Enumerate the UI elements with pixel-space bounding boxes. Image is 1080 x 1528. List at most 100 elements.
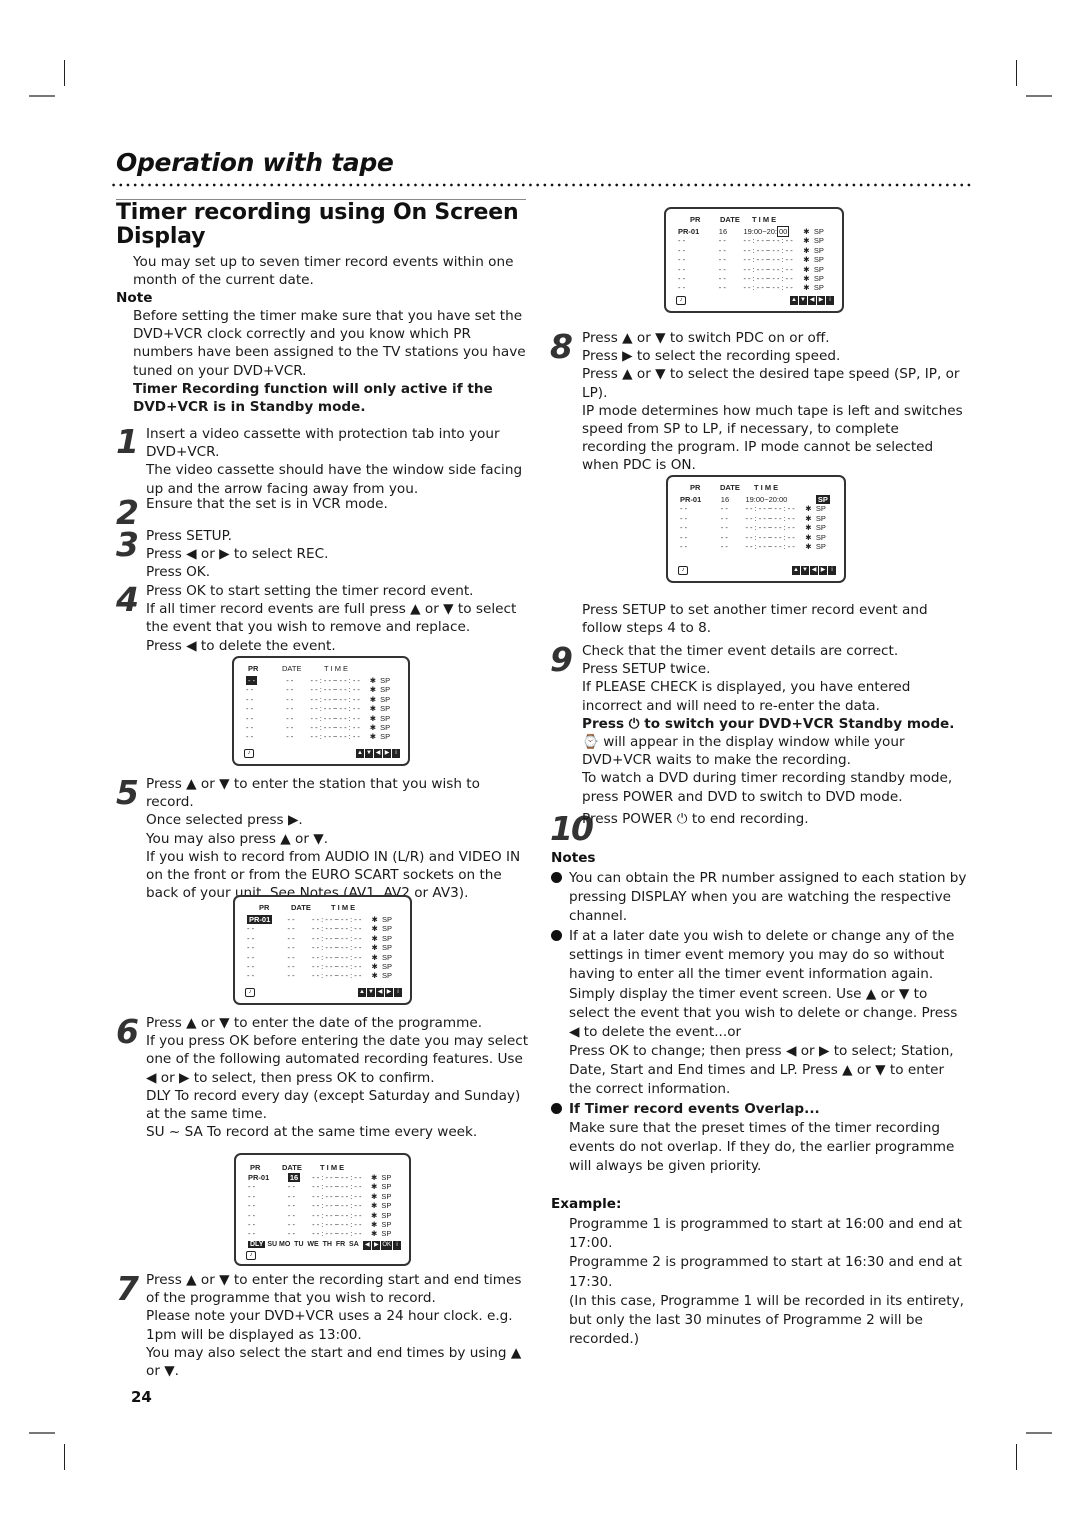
down-key-icon: ▼ — [365, 749, 373, 758]
step-line: You may also select the start and end ti… — [146, 1344, 522, 1380]
day-option[interactable]: WE — [307, 1241, 318, 1248]
osd-screen-1: PR DATE T I M E - -- -- - : - - ~ - - : … — [232, 656, 410, 766]
osd-pr-cell: - - — [248, 1191, 256, 1201]
osd-date-cell: - - — [286, 704, 294, 714]
osd-timer-row: - -- -- - : - - ~ - - : - - ✱ SP — [668, 504, 844, 513]
osd-pr-cell: - - — [678, 264, 686, 274]
osd-timer-row: - -- -- - : - - ~ - - : - - ✱ SP — [235, 924, 410, 933]
osd-date-cell: - - — [720, 504, 728, 514]
osd-time-cell: - - : - - ~ - - : - - — [312, 962, 362, 971]
osd-pr-cell: - - — [248, 1220, 256, 1229]
osd-timer-row: - -- -- - : - - ~ - - : - - ✱ SP — [668, 523, 844, 532]
osd-time-cell: - - : - - ~ - - : - - — [312, 924, 362, 934]
osd-date-cell: - - — [286, 676, 294, 685]
osd-screen-4: PR DATE T I M E PR-01 16 19:00~20: 00 ✱ SP - -… — [664, 207, 844, 313]
pdc-mark-icon: ✱ — [803, 236, 810, 246]
pdc-mark-icon: ✱ — [371, 971, 378, 981]
step-line: Press ▲ or ▼ to switch PDC on or off. — [582, 330, 830, 346]
step-6-text: Press ▲ or ▼ to enter the date of the pr… — [146, 1014, 531, 1141]
pdc-mark-icon: ✱ — [370, 1173, 378, 1182]
osd-date-cell: - - — [287, 952, 295, 962]
day-option[interactable]: SA — [349, 1241, 359, 1248]
osd-header-date: DATE — [720, 215, 740, 224]
pdc-mark-icon: ✱ — [371, 915, 378, 924]
osd-speed-cell: SP — [813, 283, 824, 293]
osd-speed-cell: SP — [380, 713, 391, 723]
left-key-icon: ◀ — [808, 296, 816, 305]
step-5-text: Press ▲ or ▼ to enter the station that y… — [146, 775, 526, 902]
step-1-text: Insert a video cassette with protection … — [146, 425, 526, 498]
osd-timer-row: - -- -- - : - - ~ - - : - - ✱ SP — [236, 1192, 409, 1201]
osd-date-cell: - - — [720, 542, 728, 551]
osd-pr-cell: - - — [246, 676, 258, 685]
osd-timer-row: - -- -- - : - - ~ - - : - - ✱ SP — [236, 1229, 409, 1238]
osd-pr-cell: - - — [678, 236, 686, 246]
info-key-icon: i — [393, 1241, 401, 1250]
osd-date-cell: - - — [718, 236, 726, 246]
step-line: Press ▲ or ▼ to select the desired tape … — [582, 366, 960, 401]
clock-icon: ♪ — [678, 566, 688, 575]
osd-timer-row: - -- -- - : - - ~ - - : - - ✱ SP — [235, 971, 410, 980]
day-option-dly[interactable]: DLY — [248, 1241, 266, 1248]
osd-date-cell: - - — [287, 1210, 295, 1220]
crop-mark — [1016, 60, 1017, 86]
osd-timer-row: - -- -- - : - - ~ - - : - - ✱ SP — [666, 255, 842, 264]
osd-pr-cell: PR-01 — [678, 227, 700, 236]
pdc-mark-icon: ✱ — [370, 1229, 378, 1239]
osd-date-cell: - - — [287, 924, 295, 934]
right-key-icon: ▶ — [817, 296, 825, 305]
day-option[interactable]: TU — [294, 1241, 303, 1248]
pdc-mark-icon: ✱ — [803, 245, 810, 255]
pdc-mark-icon: ✱ — [370, 1210, 378, 1220]
note-item: If at a later date you wish to delete or… — [569, 928, 958, 1041]
day-option[interactable]: MO — [279, 1241, 290, 1248]
step-line: Please note your DVD+VCR uses a 24 hour … — [146, 1308, 513, 1343]
osd-time-cell: - - : - - ~ - - : - - — [743, 274, 793, 283]
info-key-icon: i — [826, 296, 834, 305]
osd-header-time: T I M E — [320, 1163, 345, 1172]
pdc-mark-icon: ✱ — [369, 694, 377, 704]
crop-mark — [64, 1444, 65, 1470]
osd-date-cell: - - — [720, 532, 728, 542]
osd-speed-cell: SP — [381, 1191, 392, 1201]
osd-pr-cell: - - — [678, 255, 686, 265]
osd-date-cell: - - — [720, 523, 728, 533]
pdc-mark-icon: ✱ — [369, 732, 377, 742]
pdc-mark-icon: ✱ — [371, 952, 378, 962]
osd-speed-cell: SP — [815, 504, 826, 514]
day-option[interactable]: SU — [267, 1241, 277, 1248]
step-line: Press ◀ or ▶ to select REC. — [146, 546, 329, 563]
osd-timer-row: - -- -- - : - - ~ - - : - - ✱ SP — [666, 283, 842, 292]
step-line: You may also press ▲ or ▼. — [146, 830, 329, 847]
example-text: Programme 1 is programmed to start at 16… — [569, 1215, 967, 1349]
osd-pr-cell: - - — [248, 1210, 256, 1220]
osd-time-cell: - - : - - ~ - - : - - — [312, 971, 362, 981]
note-item: You can obtain the PR number assigned to… — [569, 870, 967, 925]
day-option[interactable]: TH — [323, 1241, 332, 1248]
osd-speed-cell: SP — [380, 704, 391, 714]
osd-date-cell: 16 — [720, 495, 730, 504]
up-key-icon: ▲ — [792, 566, 800, 575]
step-line: Press ◀ to delete the event. — [146, 637, 336, 654]
osd-date-cell: - - — [287, 933, 295, 943]
bullet-icon — [551, 1103, 562, 1114]
osd-date-cell: - - — [286, 723, 294, 732]
step-number: 1 — [116, 422, 139, 461]
step-line: To watch a DVD during timer recording st… — [582, 770, 953, 805]
osd-date-cell: - - — [286, 713, 294, 723]
osd-time-cell: - - : - - ~ - - : - - — [743, 264, 793, 274]
osd-header-pr: PR — [259, 903, 270, 912]
osd-pr-cell: - - — [248, 1229, 256, 1239]
day-option[interactable]: FR — [336, 1241, 345, 1248]
osd-time-cell: - - : - - ~ - - : - - — [312, 933, 362, 943]
osd-time-cell: - - : - - ~ - - : - - — [743, 283, 793, 293]
bullet-icon — [551, 872, 562, 883]
step-number: 5 — [116, 773, 139, 812]
key-hints: ▲ ▼ ◀ ▶ i — [358, 988, 402, 997]
pdc-mark-icon: ✱ — [370, 1182, 378, 1192]
osd-time-cell: - - : - - ~ - - : - - — [310, 685, 360, 695]
osd-pr-cell: - - — [246, 685, 254, 695]
osd-time-cell: - - : - - ~ - - : - - — [312, 915, 362, 924]
osd-timer-row: PR-01 16 - - : - - ~ - - : - - ✱ SP — [236, 1173, 409, 1182]
step-3-text: Press SETUP. Press ◀ or ▶ to select REC.… — [146, 527, 526, 582]
